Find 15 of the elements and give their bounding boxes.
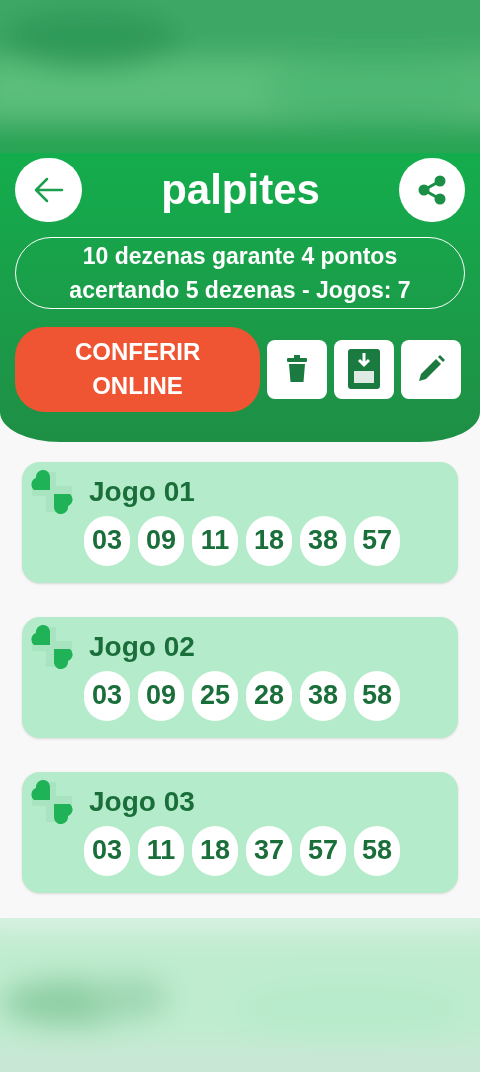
pdf-download-button[interactable] [334, 339, 394, 399]
clover-icon [30, 779, 74, 824]
back-arrow-icon [33, 176, 64, 203]
game-title: Jogo 03 [89, 784, 195, 819]
edit-button[interactable] [401, 339, 461, 399]
check-online-button[interactable]: CONFERIR ONLINE [15, 326, 260, 412]
delete-button[interactable] [267, 339, 327, 399]
clover-icon [30, 624, 74, 669]
pdf-download-icon [348, 349, 380, 390]
page-title: palpites [161, 168, 320, 211]
clover-icon [30, 469, 74, 514]
trash-icon [286, 355, 308, 384]
game-title: Jogo 01 [89, 474, 195, 509]
share-icon [416, 173, 448, 206]
game-title: Jogo 02 [89, 629, 195, 664]
